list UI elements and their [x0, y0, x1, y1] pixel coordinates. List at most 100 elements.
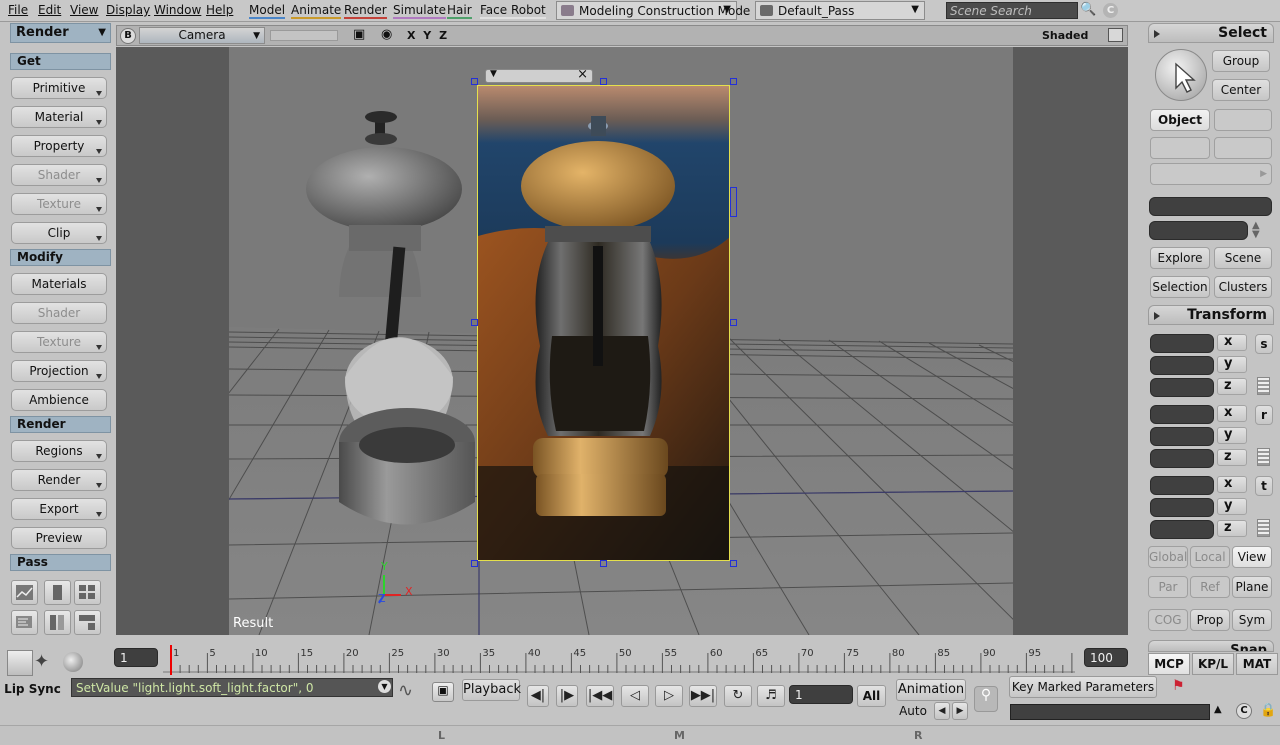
region-handle-bl[interactable]	[471, 560, 478, 567]
texture-button[interactable]: Texture	[11, 193, 107, 215]
translate-y-field[interactable]	[1150, 498, 1214, 517]
explore-button[interactable]: Explore	[1150, 247, 1210, 269]
padlock-icon[interactable]: 🔒	[1260, 703, 1276, 718]
scale-y-field[interactable]	[1150, 356, 1214, 375]
scale-lock-icon[interactable]	[1257, 377, 1270, 395]
scale-z-field[interactable]	[1150, 378, 1214, 397]
toolbar-select[interactable]: Render ▼	[10, 23, 111, 43]
scale-x-button[interactable]: x	[1217, 334, 1247, 351]
render-region-toolbar[interactable]: ▼ ×	[485, 67, 593, 83]
timeline-start-field[interactable]: 1	[114, 648, 158, 667]
clusters-button[interactable]: Clusters	[1214, 276, 1272, 298]
layers-icon[interactable]	[7, 650, 33, 676]
projection-button[interactable]: Projection	[11, 360, 107, 382]
translate-z-field[interactable]	[1150, 520, 1214, 539]
step-forward-icon[interactable]: |▶	[556, 685, 578, 707]
materials-button[interactable]: Materials	[11, 273, 107, 295]
scene-button[interactable]: Scene	[1214, 247, 1272, 269]
modify-shader-button[interactable]: Shader	[11, 302, 107, 324]
select-filter[interactable]: ▶	[1150, 163, 1272, 185]
center-button[interactable]: Center	[1212, 79, 1270, 101]
menu-view[interactable]: View	[70, 3, 98, 17]
module-hair[interactable]: Hair	[447, 3, 472, 19]
menu-edit[interactable]: Edit	[38, 3, 61, 17]
rotate-y-button[interactable]: y	[1217, 427, 1247, 444]
auto-key-button[interactable]: Auto	[896, 701, 930, 723]
command-line-input[interactable]: SetValue "light.light.soft_light.factor"…	[71, 678, 393, 697]
chevron-down-icon[interactable]: ▼	[378, 680, 391, 693]
module-animate[interactable]: Animate	[291, 3, 342, 19]
close-icon[interactable]: ×	[577, 67, 588, 82]
pass-grid-icon[interactable]	[74, 580, 101, 605]
property-button[interactable]: Property	[11, 135, 107, 157]
module-simulate[interactable]: Simulate	[393, 3, 447, 19]
translate-x-button[interactable]: x	[1217, 476, 1247, 493]
ref-button[interactable]: Ref	[1190, 576, 1230, 598]
module-model[interactable]: Model	[249, 3, 286, 19]
modify-texture-button[interactable]: Texture	[11, 331, 107, 353]
playback-button[interactable]: Playback	[462, 679, 521, 701]
audio-icon[interactable]: ♬	[757, 685, 785, 707]
region-handle-tl[interactable]	[471, 78, 478, 85]
region-side-slider[interactable]	[730, 187, 737, 217]
preview-button[interactable]: Preview	[11, 527, 107, 549]
section-get[interactable]: Get	[10, 53, 111, 70]
export-button[interactable]: Export	[11, 498, 107, 520]
snap-header[interactable]: Snap	[1148, 640, 1274, 652]
3d-viewport[interactable]: Y X Z ▼ × Result	[116, 47, 1128, 635]
global-button[interactable]: Global	[1148, 546, 1188, 568]
menu-window[interactable]: Window	[154, 3, 201, 17]
pass-split-icon[interactable]	[44, 580, 71, 605]
regions-button[interactable]: Regions	[11, 440, 107, 462]
menu-file[interactable]: File	[8, 3, 28, 17]
key-marked-parameters-button[interactable]: Key Marked Parameters	[1009, 676, 1157, 698]
primitive-button[interactable]: Primitive	[11, 77, 107, 99]
tab-mcp[interactable]: MCP	[1148, 653, 1190, 675]
play-backward-icon[interactable]: ◁	[621, 685, 649, 707]
up-down-arrows-icon[interactable]: ▲ ▼	[1252, 221, 1260, 240]
prev-key-icon[interactable]: ◀	[934, 702, 950, 720]
selection-field-2[interactable]	[1149, 221, 1248, 240]
module-face-robot[interactable]: Face Robot	[480, 3, 546, 19]
region-handle-top[interactable]	[600, 78, 607, 85]
select-slot-3[interactable]	[1214, 137, 1272, 159]
search-icon[interactable]: 🔍	[1080, 2, 1097, 19]
eye-icon[interactable]: ◉	[381, 27, 392, 42]
go-to-start-icon[interactable]: |◀◀	[586, 685, 614, 707]
pass-layout-icon[interactable]	[74, 610, 101, 635]
axis-toggles[interactable]: X Y Z	[407, 29, 449, 42]
region-handle-tr[interactable]	[730, 78, 737, 85]
rotate-y-field[interactable]	[1150, 427, 1214, 446]
plane-button[interactable]: Plane	[1232, 576, 1272, 598]
lip-sync-button[interactable]: Lip Sync	[4, 679, 61, 701]
clip-button[interactable]: Clip	[11, 222, 107, 244]
palette-icon[interactable]	[63, 652, 83, 672]
current-frame-field[interactable]: 1	[789, 685, 853, 704]
c-toggle-icon[interactable]: C	[1236, 703, 1252, 719]
display-mode-select[interactable]: Shaded	[1042, 29, 1088, 42]
scale-tool-button[interactable]: s	[1255, 334, 1273, 354]
go-to-end-icon[interactable]: ▶▶|	[689, 685, 717, 707]
scale-z-button[interactable]: z	[1217, 378, 1247, 395]
translate-lock-icon[interactable]	[1257, 519, 1270, 537]
rotate-z-field[interactable]	[1150, 449, 1214, 468]
scale-x-field[interactable]	[1150, 334, 1214, 353]
all-button[interactable]: All	[857, 685, 886, 707]
select-tool-button[interactable]	[1155, 49, 1207, 101]
sym-button[interactable]: Sym	[1232, 609, 1272, 631]
render-region[interactable]	[477, 85, 730, 561]
translate-tool-button[interactable]: t	[1255, 476, 1273, 496]
pass-edit-icon[interactable]	[11, 610, 38, 635]
object-button[interactable]: Object	[1150, 109, 1210, 131]
maximize-icon[interactable]	[1108, 28, 1123, 42]
region-handle-right[interactable]	[730, 319, 737, 326]
pass-graph-icon[interactable]	[11, 580, 38, 605]
translate-y-button[interactable]: y	[1217, 498, 1247, 515]
wand-icon[interactable]: ✦	[34, 651, 49, 672]
chevron-up-icon[interactable]: ▲	[1214, 704, 1222, 715]
translate-z-button[interactable]: z	[1217, 520, 1247, 537]
key-slider[interactable]	[1010, 704, 1210, 720]
rotate-tool-button[interactable]: r	[1255, 405, 1273, 425]
pass-select[interactable]: Default_Pass ▼	[755, 1, 925, 20]
loop-icon[interactable]: ↻	[724, 685, 752, 707]
